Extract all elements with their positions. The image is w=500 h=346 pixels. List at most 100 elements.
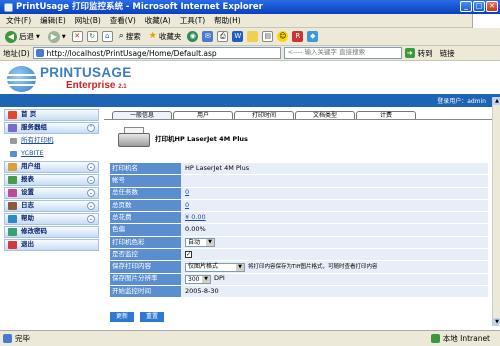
collapse-icon[interactable]: ⌃ xyxy=(87,124,95,132)
total-pages-link[interactable]: 0 xyxy=(185,201,189,210)
printer-info-table: 打印机名 HP LaserJet 4M Plus 帐号 总任务数 0 总页数 0… xyxy=(110,163,488,299)
address-url: http://localhost/PrintUsage/Home/Default… xyxy=(46,48,217,58)
tab-general[interactable]: 一般信息 xyxy=(112,111,172,119)
account-value xyxy=(181,175,488,187)
home-icon xyxy=(8,111,17,119)
tab-users[interactable]: 用户 xyxy=(173,111,233,119)
table-row: 总页数 0 xyxy=(110,199,488,213)
key-icon xyxy=(8,228,17,236)
favorites-button[interactable]: ★ 收藏夹 xyxy=(147,29,184,44)
menu-view[interactable]: 查看(V) xyxy=(110,16,136,25)
forward-button[interactable]: ▶ ▼ xyxy=(46,29,68,44)
menu-browse[interactable]: 网址(B) xyxy=(75,16,101,25)
sidebar-item-server-group[interactable]: 服务器组 ⌃ xyxy=(4,122,99,134)
total-cost-link[interactable]: ¥ 0.00 xyxy=(185,213,206,222)
menu-edit[interactable]: 编辑(E) xyxy=(40,16,66,25)
minimize-button[interactable]: _ xyxy=(460,1,472,12)
menu-favorites[interactable]: 收藏(A) xyxy=(145,16,171,25)
sidebar-item-home[interactable]: 首 页 xyxy=(4,109,99,121)
sidebar-item-reports[interactable]: 报表 ⌄ xyxy=(4,174,99,186)
search-button[interactable]: ⌕ 搜索 xyxy=(117,29,143,44)
tab-billing[interactable]: 计费 xyxy=(356,111,416,119)
menu-file[interactable]: 文件(F) xyxy=(6,16,31,25)
reset-button[interactable]: 重置 xyxy=(140,312,164,322)
table-row: 色偏 0.00% xyxy=(110,224,488,237)
expand-icon[interactable]: ⌄ xyxy=(87,189,95,197)
media-icon[interactable]: ◉ xyxy=(187,31,199,42)
field-label: 开始监控时间 xyxy=(110,285,181,298)
field-label: 总花费 xyxy=(110,212,181,224)
menu-help[interactable]: 帮助(H) xyxy=(214,16,241,25)
research-icon[interactable]: R xyxy=(292,31,304,42)
back-label: 后退 xyxy=(19,32,34,41)
folder-icon[interactable] xyxy=(247,31,259,42)
window-controls: _ □ ✕ xyxy=(460,1,498,12)
dpi-select[interactable]: 300 ▼ xyxy=(185,274,211,284)
tab-print-time[interactable]: 打印时间 xyxy=(234,111,294,119)
expand-icon[interactable]: ⌄ xyxy=(87,163,95,171)
tab-document-type[interactable]: 文档类型 xyxy=(295,111,355,119)
total-jobs-link[interactable]: 0 xyxy=(185,189,189,197)
status-bar: 完毕 本地 Intranet xyxy=(0,330,500,346)
keyword-search-input[interactable]: <---- 输入关键字 直接搜索 xyxy=(283,47,402,59)
sidebar-item-user-group[interactable]: 用户组 ⌄ xyxy=(4,161,99,173)
sidebar-label: 首 页 xyxy=(21,110,37,119)
search-icon: ⌕ xyxy=(118,31,124,42)
field-label: 打印机色彩 xyxy=(110,236,181,249)
expand-icon[interactable]: ⌄ xyxy=(87,202,95,210)
table-row: 打印机色彩 自动 ▼ xyxy=(110,236,488,250)
go-arrow-icon[interactable]: ➜ xyxy=(404,48,415,58)
go-button[interactable]: 转到 xyxy=(418,49,433,58)
discuss-icon[interactable]: ▤ xyxy=(262,31,274,42)
table-row: 帐号 xyxy=(110,175,488,188)
sidebar-item-logs[interactable]: 日志 ⌄ xyxy=(4,200,99,212)
monitor-checkbox[interactable]: ✓ xyxy=(185,251,192,259)
links-button[interactable]: 链接 xyxy=(440,49,455,58)
messenger-icon[interactable]: ☺ xyxy=(277,31,289,42)
sidebar-subitem-ycbite[interactable]: YCBITE xyxy=(4,148,99,160)
update-button[interactable]: 更新 xyxy=(110,312,134,322)
menu-tools[interactable]: 工具(T) xyxy=(180,16,205,25)
table-row: 开始监控时间 2005-8-30 xyxy=(110,285,488,299)
expand-icon[interactable]: ⌄ xyxy=(87,176,95,184)
dpi-selected: 300 xyxy=(188,275,200,283)
field-label: 帐号 xyxy=(110,175,181,187)
stop-icon[interactable]: ✕ xyxy=(71,31,83,42)
printer-color-selected: 自动 xyxy=(188,238,201,246)
printer-icon xyxy=(118,127,150,149)
vertical-scrollbar[interactable]: ▲ ▼ xyxy=(492,97,500,326)
windows-logo xyxy=(472,14,500,28)
app-banner: PRINTUSAGE Enterprise 2.1 xyxy=(0,61,500,97)
sidebar-label: 退出 xyxy=(21,240,34,249)
field-label: 色偏 xyxy=(110,224,181,236)
sidebar-item-help[interactable]: 帮助 ⌄ xyxy=(4,213,99,225)
printer-color-select[interactable]: 自动 ▼ xyxy=(185,237,215,247)
edit-icon[interactable]: W xyxy=(232,31,244,42)
mail-icon[interactable]: ✉ xyxy=(202,31,214,42)
tab-bar: 一般信息 用户 打印时间 文档类型 计费 xyxy=(112,111,416,119)
sidebar-subitem-all-printers[interactable]: 所有打印机 xyxy=(4,135,99,147)
back-button[interactable]: ◀ 后退 ▼ xyxy=(3,29,42,44)
page-header: 打印机HP LaserJet 4M Plus xyxy=(118,127,248,149)
sidebar-label: 帮助 xyxy=(21,214,34,223)
scroll-down-icon[interactable]: ▼ xyxy=(493,318,500,326)
refresh-icon[interactable]: ↻ xyxy=(86,31,98,42)
server-icon xyxy=(8,124,17,132)
tool-icon[interactable]: ◆ xyxy=(307,31,319,42)
printusage-logo-icon xyxy=(7,66,36,92)
close-button[interactable]: ✕ xyxy=(486,1,498,12)
maximize-button[interactable]: □ xyxy=(473,1,485,12)
sidebar-label: 日志 xyxy=(21,201,34,210)
sidebar-label: 修改密码 xyxy=(21,227,47,236)
print-icon[interactable]: ⎙ xyxy=(217,31,229,42)
sidebar-item-change-password[interactable]: 修改密码 xyxy=(4,226,99,238)
home-icon[interactable]: ⌂ xyxy=(101,31,113,42)
scroll-up-icon[interactable]: ▲ xyxy=(493,97,500,105)
sidebar-item-exit[interactable]: 退出 xyxy=(4,239,99,251)
expand-icon[interactable]: ⌄ xyxy=(87,215,95,223)
tab-divider xyxy=(104,119,496,120)
save-content-select[interactable]: 仅图片格式 ▼ xyxy=(185,262,245,272)
sidebar-item-settings[interactable]: 设置 ⌄ xyxy=(4,187,99,199)
address-input[interactable]: http://localhost/PrintUsage/Home/Default… xyxy=(32,47,281,59)
form-buttons: 更新 重置 xyxy=(110,312,164,322)
